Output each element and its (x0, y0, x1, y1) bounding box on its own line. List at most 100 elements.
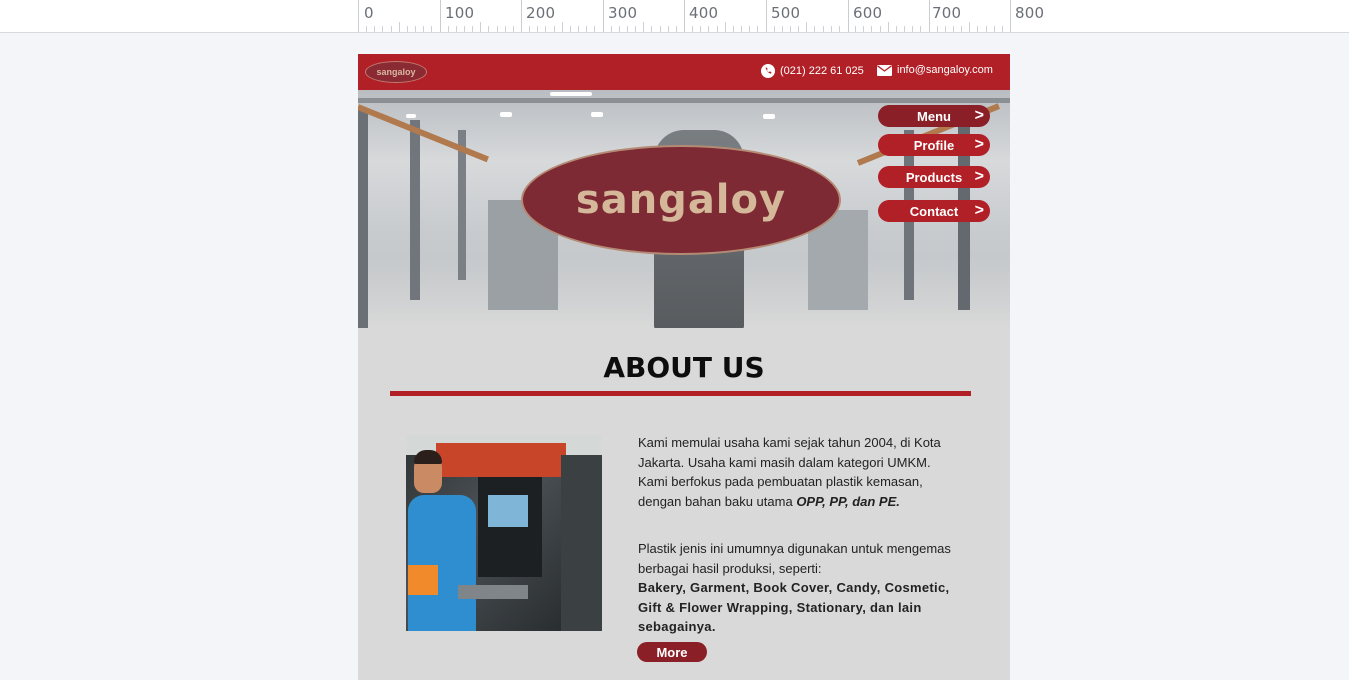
about-photo (406, 435, 602, 631)
ruler: 0 100 200 300 400 500 600 700 800 (0, 0, 1349, 33)
ruler-minor-tick (782, 26, 783, 32)
nav-contact-button[interactable]: Contact > (878, 200, 990, 222)
nav-menu-button[interactable]: Menu > (878, 105, 990, 127)
ruler-minor-tick (1002, 26, 1003, 32)
ruler-minor-tick (366, 26, 367, 32)
ruler-minor-tick (831, 26, 832, 32)
ruler-minor-tick (472, 26, 473, 32)
ruler-tick (848, 0, 849, 32)
ruler-minor-tick (382, 26, 383, 32)
ruler-minor-tick (407, 26, 408, 32)
ruler-minor-tick (660, 26, 661, 32)
ruler-minor-tick (627, 26, 628, 32)
email-address: info@sangaloy.com (897, 64, 993, 76)
chevron-right-icon: > (974, 168, 984, 185)
nav-products-label: Products (905, 169, 963, 185)
about-paragraph-1: Kami memulai usaha kami sejak tahun 2004… (638, 433, 958, 511)
ruler-minor-tick (497, 26, 498, 32)
ruler-minor-tick (464, 26, 465, 32)
ruler-tick (358, 0, 359, 32)
more-button[interactable]: More (637, 642, 707, 662)
ruler-minor-tick (717, 26, 718, 32)
ruler-minor-tick (456, 26, 457, 32)
ruler-minor-tick (757, 26, 758, 32)
about-p1-materials: OPP, PP, dan PE. (796, 493, 900, 509)
ruler-tick (766, 0, 767, 32)
ruler-minor-tick (545, 26, 546, 32)
ruler-minor-tick (537, 26, 538, 32)
ruler-minor-tick (823, 26, 824, 32)
ruler-label: 800 (1015, 4, 1045, 22)
ruler-minor-tick (554, 26, 555, 32)
ruler-minor-tick (798, 26, 799, 32)
ruler-tick (521, 0, 522, 32)
phone-contact[interactable]: (021) 222 61 025 (761, 64, 864, 78)
ruler-minor-tick (749, 26, 750, 32)
ruler-label: 0 (364, 4, 374, 22)
ruler-minor-tick (961, 26, 962, 32)
ruler-minor-tick (676, 26, 677, 32)
ruler-minor-tick (529, 26, 530, 32)
ruler-minor-tick (513, 26, 514, 32)
nav-menu-label: Menu (917, 108, 951, 124)
ruler-tick (1010, 0, 1011, 32)
ruler-tick (929, 0, 930, 32)
ruler-minor-tick (904, 26, 905, 32)
ruler-label: 500 (771, 4, 801, 22)
roof-truss (358, 104, 489, 163)
nav-profile-button[interactable]: Profile > (878, 134, 990, 156)
nav-products-button[interactable]: Products > (878, 166, 990, 188)
ruler-minor-tick (505, 26, 506, 32)
top-bar: sangaloy (021) 222 61 025 info@sangaloy.… (358, 54, 1010, 90)
roof-beam (358, 98, 1010, 103)
about-title: ABOUT US (603, 351, 765, 384)
email-contact[interactable]: info@sangaloy.com (877, 64, 993, 76)
chevron-right-icon: > (974, 202, 984, 219)
ruler-minor-tick (977, 26, 978, 32)
operator-vest (408, 565, 438, 595)
ruler-minor-tick (741, 26, 742, 32)
ruler-minor-tick (570, 26, 571, 32)
ruler-minor-tick (488, 26, 489, 32)
ruler-minor-tick (586, 26, 587, 32)
ruler-minor-tick (896, 26, 897, 32)
ruler-minor-tick (937, 26, 938, 32)
ceiling-light (406, 114, 416, 118)
operator-jacket (408, 495, 476, 631)
ruler-minor-tick (871, 26, 872, 32)
machine-screen (488, 495, 528, 527)
header-logo[interactable]: sangaloy (365, 61, 427, 83)
ruler-label: 100 (445, 4, 475, 22)
ruler-minor-tick (700, 26, 701, 32)
factory-pillar (358, 110, 368, 328)
ruler-minor-tick (399, 22, 400, 32)
machine-orange-panel (436, 443, 566, 477)
hero-logo-text: sangaloy (575, 177, 787, 223)
ruler-minor-tick (839, 26, 840, 32)
ruler-minor-tick (619, 26, 620, 32)
ruler-minor-tick (855, 26, 856, 32)
ruler-minor-tick (562, 22, 563, 32)
ruler-minor-tick (774, 26, 775, 32)
ceiling-light (591, 112, 603, 117)
mail-icon (877, 64, 892, 76)
ruler-minor-tick (651, 26, 652, 32)
ruler-minor-tick (643, 22, 644, 32)
hero-logo: sangaloy (521, 145, 841, 255)
ruler-label: 400 (689, 4, 719, 22)
about-paragraph-2: Plastik jenis ini umumnya digunakan untu… (638, 539, 958, 637)
ruler-label: 600 (853, 4, 883, 22)
chevron-right-icon: > (974, 107, 984, 124)
ruler-minor-tick (945, 26, 946, 32)
ruler-minor-tick (912, 26, 913, 32)
ruler-tick (603, 0, 604, 32)
ruler-label: 700 (932, 4, 962, 22)
nav-contact-label: Contact (909, 203, 959, 219)
ruler-minor-tick (888, 22, 889, 32)
ruler-minor-tick (578, 26, 579, 32)
ruler-minor-tick (415, 26, 416, 32)
ruler-minor-tick (725, 22, 726, 32)
ruler-minor-tick (668, 26, 669, 32)
phone-icon (761, 64, 775, 78)
ruler-minor-tick (708, 26, 709, 32)
